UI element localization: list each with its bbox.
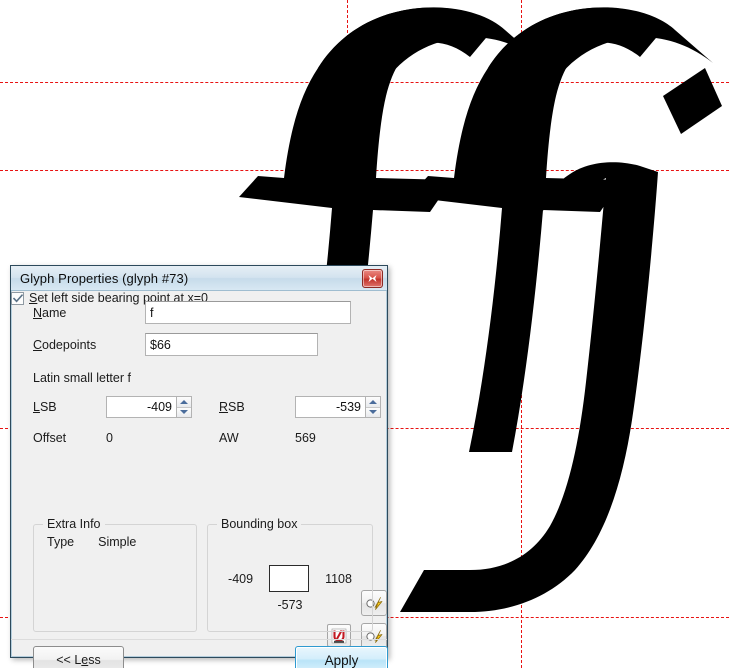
set-lsb-point-checkbox[interactable]: [11, 291, 24, 305]
codepoints-input-value: $66: [150, 337, 171, 352]
bounding-box-group: Bounding box -409 1108 -573: [207, 517, 373, 632]
rsb-row: RSB -539: [219, 396, 381, 418]
bounding-box-title: Bounding box: [217, 517, 302, 531]
offset-value: 0: [106, 431, 113, 445]
rsb-stepper-up[interactable]: [366, 397, 380, 408]
apply-button[interactable]: Apply: [295, 646, 388, 668]
codepoints-label: Codepoints: [33, 337, 97, 352]
guideline-horizontal-xheight: [0, 170, 729, 171]
application-window: Glyph Properties (glyph #73) Name f Code…: [0, 0, 729, 668]
name-row: Name f: [33, 301, 373, 324]
apply-button-label: Apply: [324, 652, 359, 668]
glyph-properties-dialog[interactable]: Glyph Properties (glyph #73) Name f Code…: [10, 265, 388, 668]
dialog-content: Name f Codepoints $66 Latin small letter…: [11, 291, 388, 668]
codepoints-input[interactable]: $66: [145, 333, 318, 356]
extra-info-title: Extra Info: [43, 517, 105, 531]
bbox-left-value: -409: [228, 571, 254, 586]
dialog-footer-divider: [11, 639, 387, 640]
extra-info-type-label: Type: [47, 535, 75, 549]
aw-label: AW: [219, 431, 239, 445]
less-button-label: << Less: [56, 653, 101, 667]
glyph-description-text: Latin small letter f: [33, 371, 131, 385]
rsb-input[interactable]: -539: [295, 396, 365, 418]
lsb-stepper-down[interactable]: [177, 407, 191, 417]
bbox-bottom-row: -573: [208, 598, 372, 612]
lsb-input[interactable]: -409: [106, 396, 176, 418]
close-icon[interactable]: [362, 269, 383, 288]
bbox-bottom-value: -573: [277, 598, 303, 612]
dialog-titlebar[interactable]: Glyph Properties (glyph #73): [11, 266, 387, 291]
dialog-title: Glyph Properties (glyph #73): [20, 270, 189, 286]
bounding-box-widget: -409 1108: [208, 565, 372, 592]
offset-label: Offset: [33, 431, 67, 445]
extra-info-type-row: Type Simple: [47, 535, 136, 549]
name-input-value: f: [150, 305, 154, 320]
rsb-label: RSB: [219, 400, 245, 414]
name-label: Name: [33, 305, 67, 320]
guideline-vertical-advance: [521, 0, 522, 668]
aw-value: 569: [295, 431, 316, 445]
lsb-label: LSB: [33, 400, 57, 414]
less-button[interactable]: << Less: [33, 646, 124, 668]
glyph-description: Latin small letter f: [33, 371, 131, 385]
offset-row: Offset 0: [33, 431, 113, 445]
rsb-value: -539: [335, 400, 361, 414]
codepoints-row: Codepoints $66: [33, 333, 373, 356]
aw-row: AW 569: [219, 431, 316, 445]
guideline-horizontal-ascender: [0, 82, 729, 83]
name-input[interactable]: f: [145, 301, 351, 324]
bbox-preview-rect: [269, 565, 310, 592]
rsb-stepper[interactable]: [365, 396, 381, 418]
lsb-value: -409: [146, 400, 172, 414]
extra-info-type-value: Simple: [98, 535, 137, 549]
extra-info-group: Extra Info Type Simple: [33, 517, 197, 632]
bbox-right-value: 1108: [325, 571, 352, 586]
lsb-stepper[interactable]: [176, 396, 192, 418]
lsb-row: LSB -409: [33, 396, 192, 418]
lsb-stepper-up[interactable]: [177, 397, 191, 408]
rsb-stepper-down[interactable]: [366, 407, 380, 417]
